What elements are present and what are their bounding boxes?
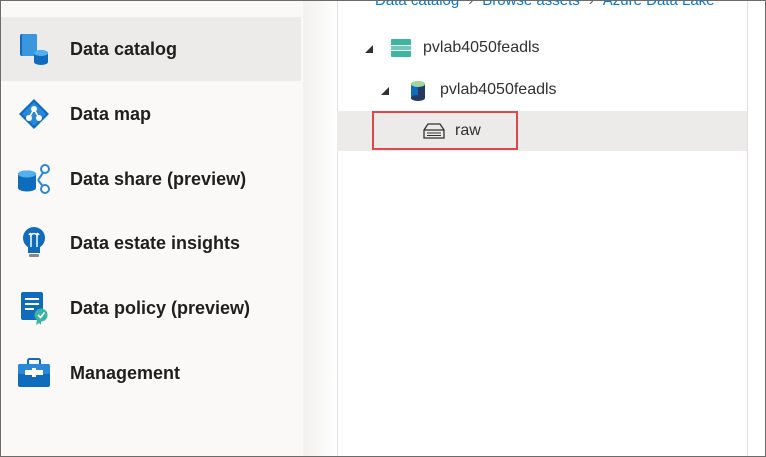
sidebar-item-label: Data map (70, 103, 152, 124)
data-lake-container-icon (409, 80, 427, 107)
breadcrumb-separator: › (588, 0, 594, 9)
breadcrumb-data-catalog[interactable]: Data catalog (375, 1, 459, 9)
data-share-icon (16, 161, 52, 197)
breadcrumb-separator: › (468, 0, 474, 9)
tree-label-container: pvlab4050feadls (440, 81, 557, 98)
sidebar-item-data-estate-insights[interactable]: Data estate insights (1, 211, 301, 275)
tree-node-storage-account[interactable]: pvlab4050feadls (337, 29, 747, 69)
sidebar-item-data-share[interactable]: Data share (preview) (1, 147, 301, 211)
breadcrumb: Data catalog › Browse assets › Azure Data La… (375, 0, 715, 9)
sidebar-item-label: Management (70, 362, 181, 383)
tree-label-storage-account: pvlab4050feadls (423, 39, 540, 56)
storage-account-icon (391, 39, 411, 62)
sidebar-item-management[interactable]: Management (1, 341, 301, 405)
collapse-caret-icon[interactable] (380, 86, 390, 96)
data-map-icon (16, 96, 52, 132)
panel-divider (747, 1, 748, 456)
sidebar-item-data-map[interactable]: Data map (1, 82, 301, 146)
sidebar-item-label: Data policy (preview) (70, 297, 251, 318)
sidebar-shadow (303, 1, 337, 456)
sidebar-item-label: Data estate insights (70, 232, 241, 253)
collapse-caret-icon[interactable] (364, 44, 374, 54)
management-toolbox-icon (16, 355, 52, 391)
breadcrumb-azure-data-lake[interactable]: Azure Data Lake (603, 1, 715, 9)
sidebar-item-data-policy[interactable]: Data policy (preview) (1, 276, 301, 340)
data-catalog-icon (16, 31, 52, 67)
data-policy-icon (16, 290, 52, 326)
tree-node-container[interactable]: pvlab4050feadls (337, 70, 747, 110)
breadcrumb-browse-assets[interactable]: Browse assets (482, 1, 580, 9)
sidebar-item-data-catalog[interactable]: Data catalog (1, 17, 301, 81)
sidebar: Data catalog Data map Data share (previe… (1, 1, 303, 456)
window-frame: Data catalog Data map Data share (previe… (0, 0, 766, 457)
sidebar-item-label: Data catalog (70, 38, 178, 59)
highlight-box (372, 111, 518, 150)
insights-lightbulb-icon (16, 225, 52, 261)
sidebar-item-label: Data share (preview) (70, 168, 247, 189)
